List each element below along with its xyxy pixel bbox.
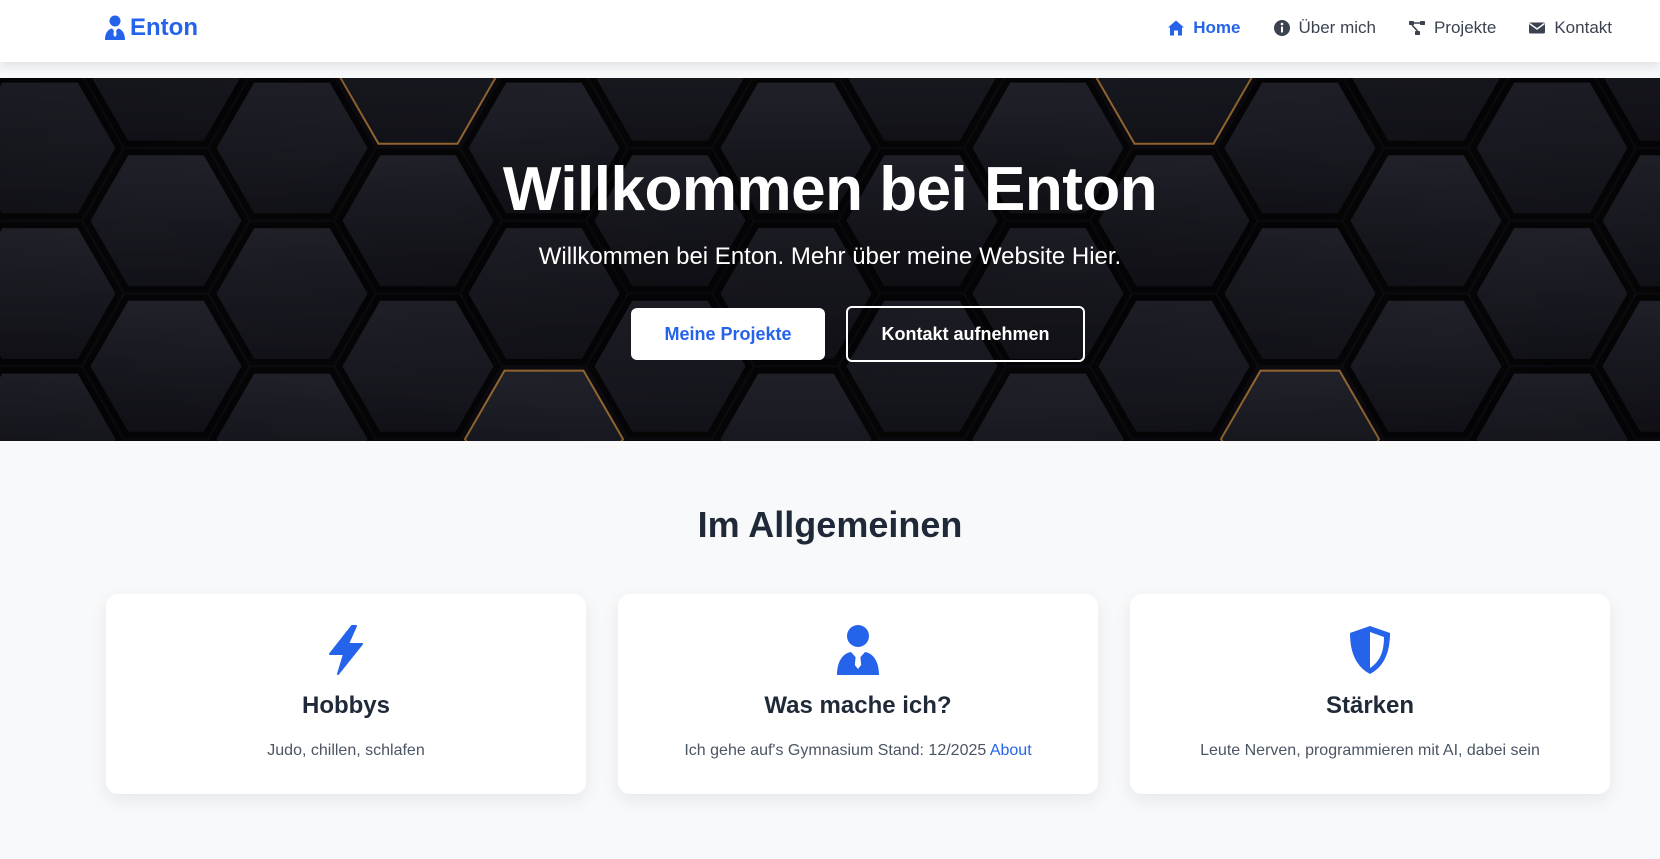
card-text: Leute Nerven, programmieren mit AI, dabe…: [1200, 742, 1540, 759]
card-text-body: Ich gehe auf's Gymnasium Stand: 12/2025: [684, 742, 987, 759]
nav-item-label: Kontakt: [1554, 18, 1612, 37]
nav-item-about[interactable]: Über mich: [1273, 18, 1376, 38]
hero-section: Willkommen bei Enton Willkommen bei Ento…: [0, 78, 1660, 441]
nav-item-label: Über mich: [1298, 18, 1376, 37]
card-text: Judo, chillen, schlafen: [267, 742, 425, 759]
bolt-icon: [329, 625, 363, 675]
about-link[interactable]: About: [990, 742, 1032, 759]
card-text: Ich gehe auf's Gymnasium Stand: 12/2025 …: [618, 742, 1098, 760]
nav-item-projects[interactable]: Projekte: [1408, 18, 1496, 38]
nav-links: Home Über mich Projekte Kontakt: [1167, 18, 1612, 38]
card-title: Was mache ich?: [764, 692, 952, 719]
project-diagram-icon: [1408, 21, 1425, 35]
envelope-icon: [1529, 22, 1546, 34]
home-icon: [1168, 20, 1185, 36]
brand-name: Enton: [130, 14, 198, 41]
hero-subtitle: Willkommen bei Enton. Mehr über meine We…: [538, 243, 1122, 270]
nav-item-label: Home: [1193, 18, 1241, 37]
info-circle-icon: [1273, 20, 1290, 36]
shield-icon: [1350, 626, 1390, 674]
card-strengths: Stärken Leute Nerven, programmieren mit …: [1130, 594, 1610, 794]
user-tie-icon: [837, 625, 879, 675]
brand-link[interactable]: Enton: [104, 14, 198, 42]
card-title: Stärken: [1325, 692, 1415, 719]
contact-button[interactable]: Kontakt aufnehmen: [846, 306, 1085, 362]
my-projects-button[interactable]: Meine Projekte: [631, 308, 825, 360]
user-tie-icon: [105, 15, 125, 40]
nav-item-home[interactable]: Home: [1167, 18, 1241, 38]
card-hobbies: Hobbys Judo, chillen, schlafen: [106, 594, 586, 794]
nav-item-label: Projekte: [1433, 18, 1497, 37]
card-what-i-do: Was mache ich? Ich gehe auf's Gymnasium …: [618, 594, 1098, 794]
section-title: Im Allgemeinen: [697, 504, 963, 545]
card-title: Hobbys: [301, 692, 390, 719]
navbar: Enton Home Über mich Projekte Kontakt: [0, 0, 1660, 62]
nav-item-contact[interactable]: Kontakt: [1528, 18, 1612, 38]
hero-title: Willkommen bei Enton: [502, 155, 1158, 224]
